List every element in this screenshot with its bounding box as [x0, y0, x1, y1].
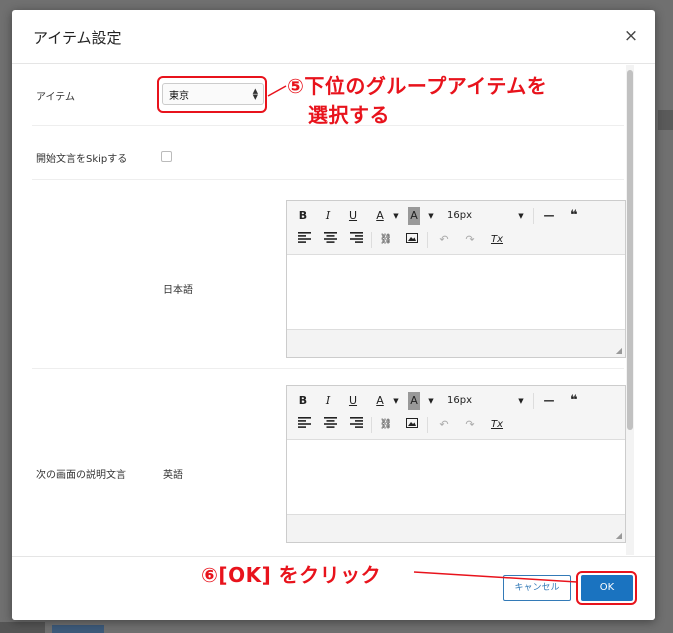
annotation-step5-line1: ⑤下位のグループアイテムを: [287, 74, 548, 98]
annotation-line-step6: [413, 571, 578, 583]
annotation-step5-line2: 選択する: [308, 103, 390, 127]
annotation-step6: ⑥[OK] をクリック: [201, 563, 382, 587]
annotation-line-step5: [267, 85, 287, 97]
